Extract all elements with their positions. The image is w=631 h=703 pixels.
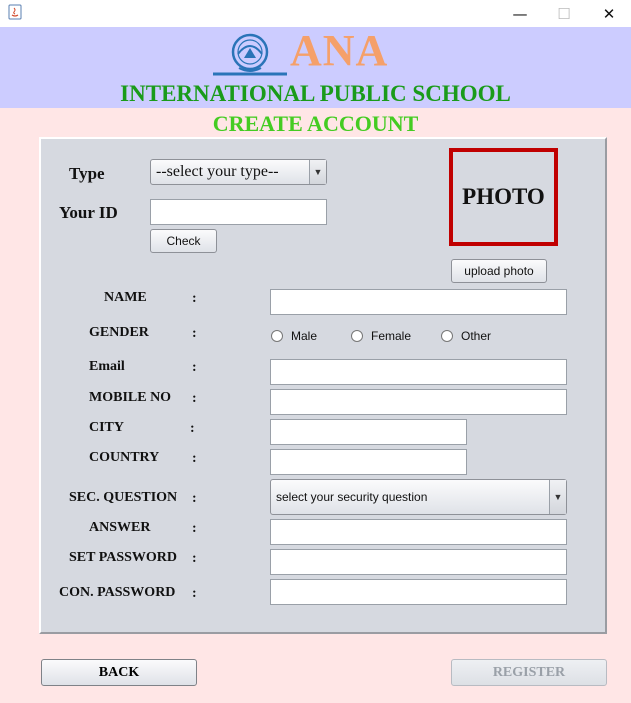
- mobile-input[interactable]: [270, 389, 567, 415]
- city-colon: :: [190, 421, 195, 436]
- gender-female-label: Female: [371, 329, 412, 343]
- answer-colon: :: [192, 521, 197, 536]
- your-id-input[interactable]: [150, 199, 327, 225]
- school-logo-icon: [213, 33, 287, 76]
- country-label: COUNTRY: [89, 450, 160, 465]
- email-label: Email: [89, 359, 125, 374]
- radio-circle-icon: [271, 330, 283, 342]
- confirm-password-label: CON. PASSWORD: [59, 585, 176, 600]
- brand-name: ANA: [290, 26, 389, 75]
- maximize-button[interactable]: ☐: [541, 0, 587, 27]
- check-button[interactable]: Check: [150, 229, 217, 253]
- your-id-label: Your ID: [59, 203, 118, 222]
- email-colon: :: [192, 360, 197, 375]
- java-app-icon: [8, 4, 22, 20]
- register-button[interactable]: REGISTER: [451, 659, 607, 686]
- security-question-select[interactable]: select your security question ▼: [270, 479, 567, 515]
- gender-label: GENDER: [89, 325, 149, 340]
- city-label: CITY: [89, 420, 125, 435]
- country-colon: :: [192, 451, 197, 466]
- confirm-password-input[interactable]: [270, 579, 567, 605]
- type-label: Type: [69, 164, 105, 183]
- gender-male-label: Male: [291, 329, 318, 343]
- city-input[interactable]: [270, 419, 467, 445]
- type-select[interactable]: --select your type-- ▼: [150, 159, 327, 185]
- gender-other-label: Other: [461, 329, 492, 343]
- chevron-down-icon: ▼: [549, 480, 566, 514]
- country-input[interactable]: [270, 449, 467, 475]
- name-colon: :: [192, 291, 197, 306]
- radio-circle-icon: [351, 330, 363, 342]
- confirm-password-colon: :: [192, 586, 197, 601]
- close-button[interactable]: ✕: [586, 0, 631, 27]
- gender-female-radio[interactable]: Female: [351, 329, 411, 343]
- minimize-button[interactable]: —: [497, 0, 543, 27]
- gender-male-radio[interactable]: Male: [271, 329, 317, 343]
- set-password-label: SET PASSWORD: [69, 550, 178, 565]
- security-question-label: SEC. QUESTION: [69, 490, 178, 505]
- security-question-value: select your security question: [276, 490, 428, 504]
- chevron-down-icon: ▼: [309, 160, 326, 184]
- photo-placeholder: PHOTO: [449, 148, 558, 246]
- mobile-colon: :: [192, 391, 197, 406]
- security-question-colon: :: [192, 491, 197, 506]
- set-password-input[interactable]: [270, 549, 567, 575]
- page-title: CREATE ACCOUNT: [212, 111, 419, 136]
- mobile-label: MOBILE NO: [89, 390, 172, 405]
- school-name: INTERNATIONAL PUBLIC SCHOOL: [120, 81, 511, 106]
- set-password-colon: :: [192, 551, 197, 566]
- window-titlebar: — ☐ ✕: [0, 0, 631, 27]
- answer-label: ANSWER: [89, 520, 151, 535]
- radio-circle-icon: [441, 330, 453, 342]
- name-label: NAME: [104, 290, 147, 305]
- back-button[interactable]: BACK: [41, 659, 197, 686]
- email-input[interactable]: [270, 359, 567, 385]
- school-header: ANA INTERNATIONAL PUBLIC SCHOOL: [0, 26, 631, 108]
- answer-input[interactable]: [270, 519, 567, 545]
- gender-colon: :: [192, 326, 197, 341]
- gender-other-radio[interactable]: Other: [441, 329, 491, 343]
- name-input[interactable]: [270, 289, 567, 315]
- upload-photo-button[interactable]: upload photo: [451, 259, 547, 283]
- type-select-value: --select your type--: [156, 163, 279, 180]
